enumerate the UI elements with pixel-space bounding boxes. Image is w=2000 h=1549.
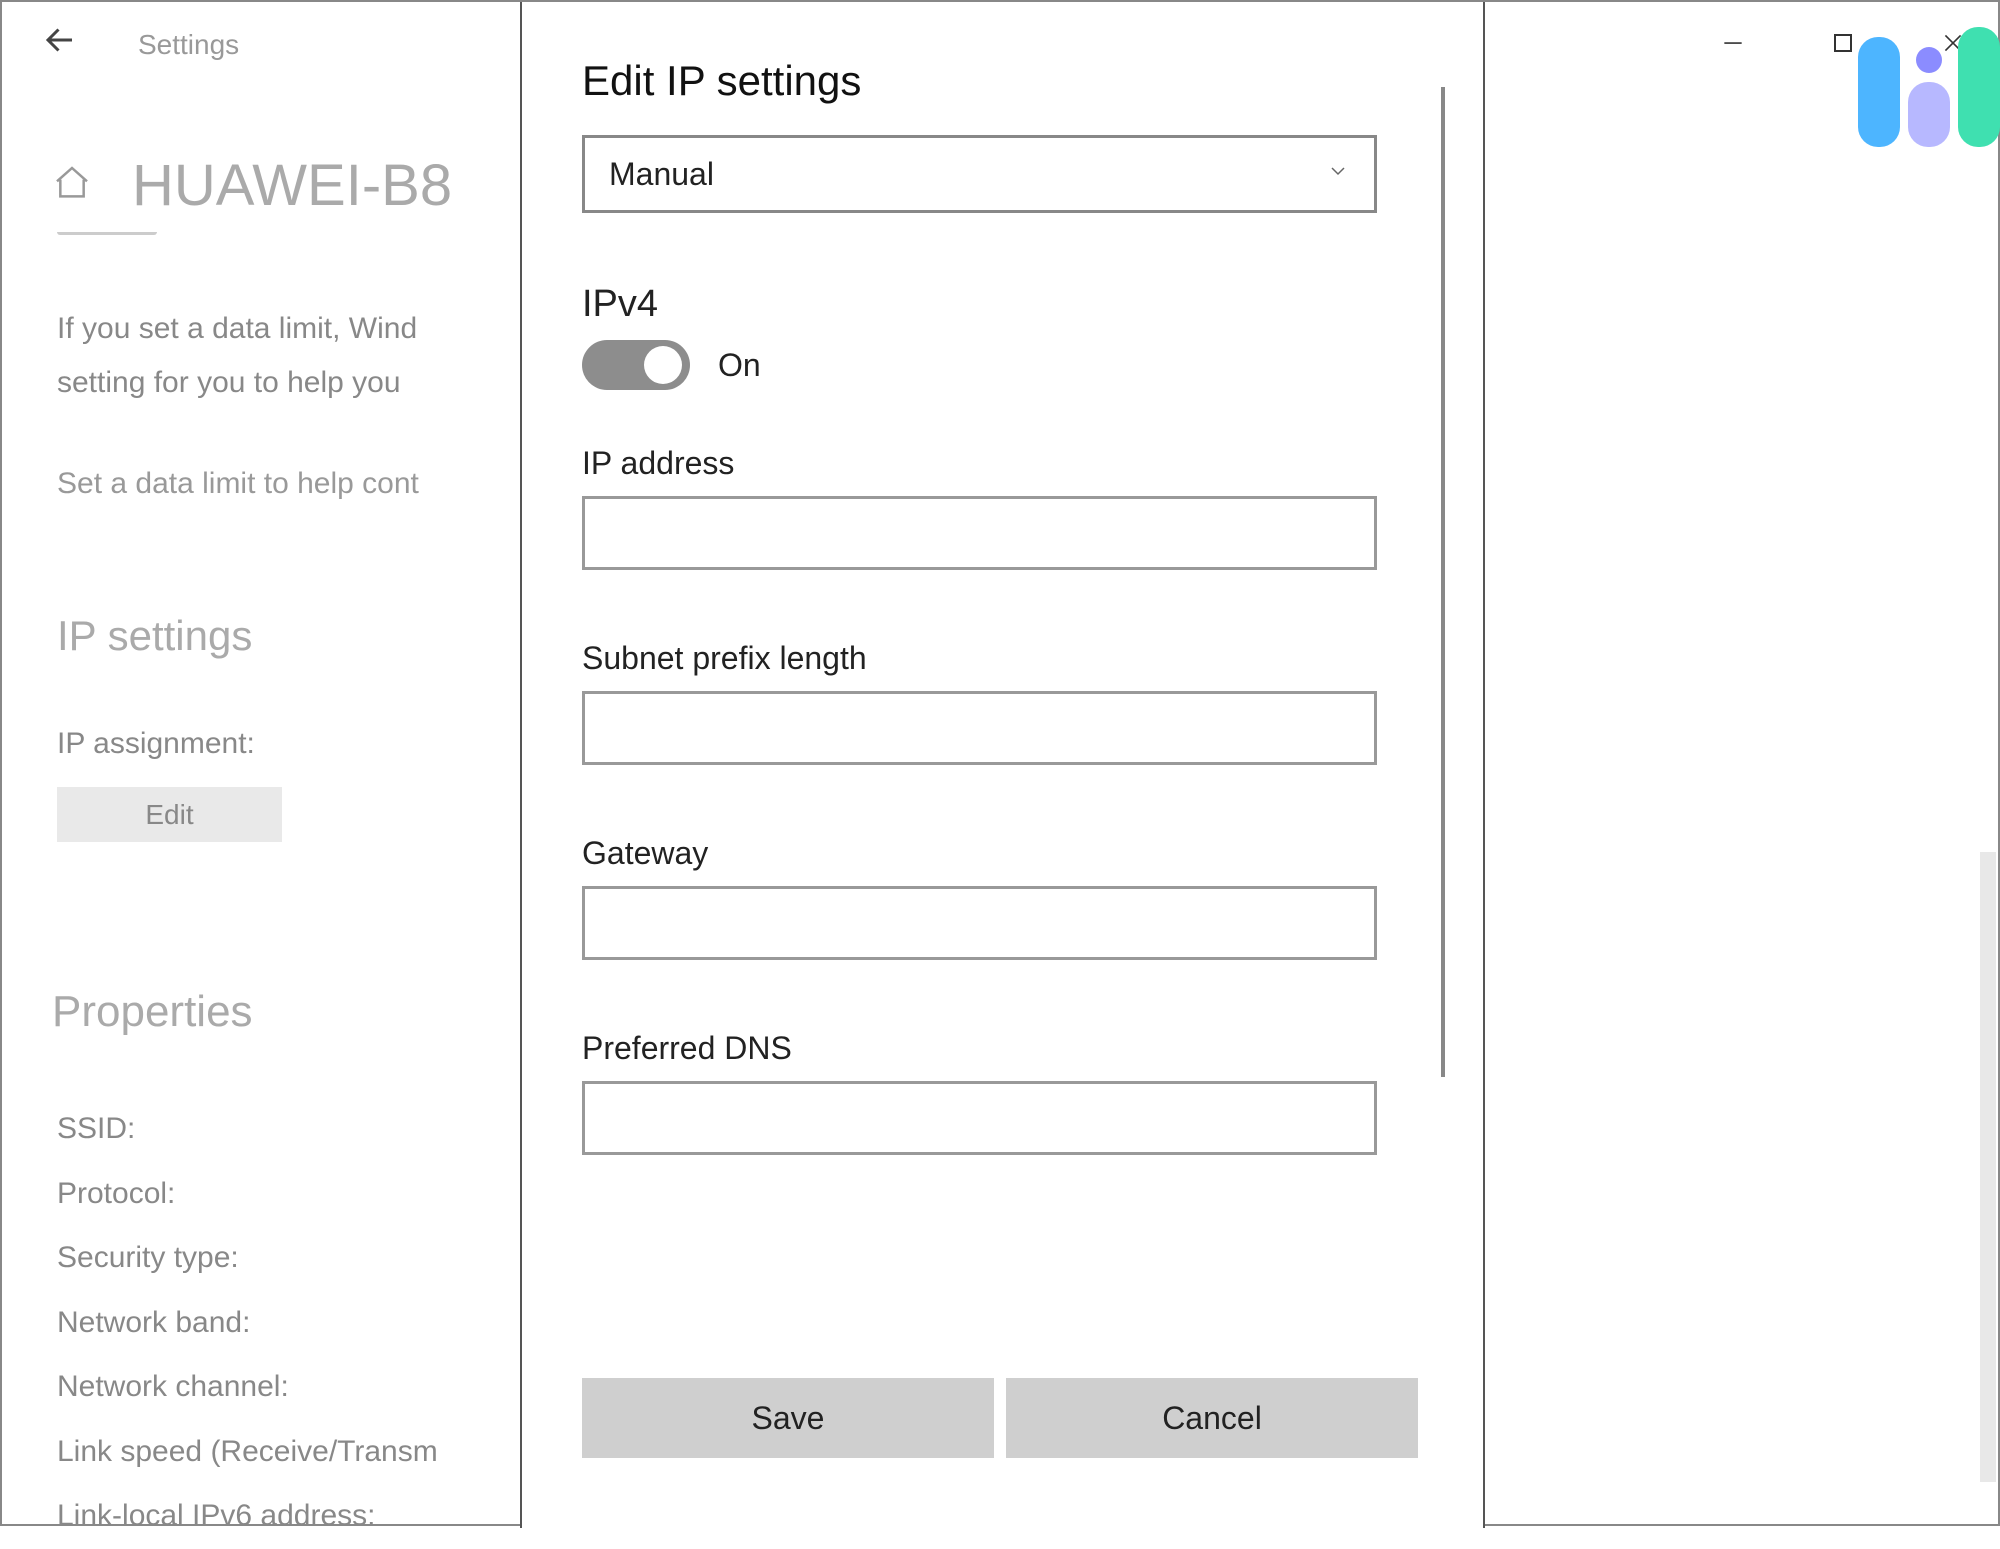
settings-breadcrumb: Settings (138, 29, 239, 61)
chevron-down-icon (1326, 158, 1350, 190)
header-bar: Settings (42, 22, 239, 67)
preferred-dns-label: Preferred DNS (582, 1030, 1423, 1067)
edit-button[interactable]: Edit (57, 787, 282, 842)
preferred-dns-input[interactable] (582, 1081, 1377, 1155)
subnet-label: Subnet prefix length (582, 640, 1423, 677)
property-row: Link speed (Receive/Transm (57, 1420, 438, 1485)
ipv4-toggle[interactable] (582, 340, 690, 390)
toggle-state-label: On (718, 347, 761, 384)
home-underline (57, 232, 157, 235)
scrollbar[interactable] (1980, 852, 1996, 1482)
property-row: Security type: (57, 1226, 438, 1291)
cancel-button[interactable]: Cancel (1006, 1378, 1418, 1458)
ip-mode-dropdown[interactable]: Manual (582, 135, 1377, 213)
property-row: Link-local IPv6 address: (57, 1484, 438, 1549)
ip-assignment-label: IP assignment: (57, 727, 255, 761)
property-row: SSID: (57, 1097, 438, 1162)
ip-address-label: IP address (582, 445, 1423, 482)
settings-window: Settings HUAWEI-B8 If you set a data lim… (0, 0, 2000, 1526)
back-arrow-icon[interactable] (42, 22, 78, 67)
gateway-label: Gateway (582, 835, 1423, 872)
toggle-knob (644, 346, 682, 384)
ipv4-heading: IPv4 (582, 283, 1423, 326)
edit-ip-settings-dialog: Edit IP settings Manual IPv4 On IP addre… (520, 2, 1485, 1528)
ip-address-input[interactable] (582, 496, 1377, 570)
property-row: Network channel: (57, 1355, 438, 1420)
gateway-input[interactable] (582, 886, 1377, 960)
brand-logo (1858, 27, 1998, 147)
home-icon[interactable] (52, 163, 92, 208)
dropdown-value: Manual (609, 156, 714, 193)
data-limit-info: If you set a data limit, Wind setting fo… (57, 302, 417, 410)
property-row: Protocol: (57, 1162, 438, 1227)
minimize-button[interactable] (1708, 18, 1758, 68)
properties-list: SSID: Protocol: Security type: Network b… (57, 1097, 438, 1549)
page-title: HUAWEI-B8 (132, 152, 452, 219)
page-heading-row: HUAWEI-B8 (52, 152, 452, 219)
dialog-title: Edit IP settings (582, 57, 1423, 105)
ip-settings-heading: IP settings (57, 612, 252, 660)
property-row: Network band: (57, 1291, 438, 1356)
properties-heading: Properties (52, 987, 253, 1037)
subnet-input[interactable] (582, 691, 1377, 765)
dialog-button-row: Save Cancel (582, 1378, 1418, 1458)
save-button[interactable]: Save (582, 1378, 994, 1458)
dialog-scrollbar[interactable] (1441, 87, 1445, 1077)
set-data-limit-link[interactable]: Set a data limit to help cont (57, 467, 419, 501)
